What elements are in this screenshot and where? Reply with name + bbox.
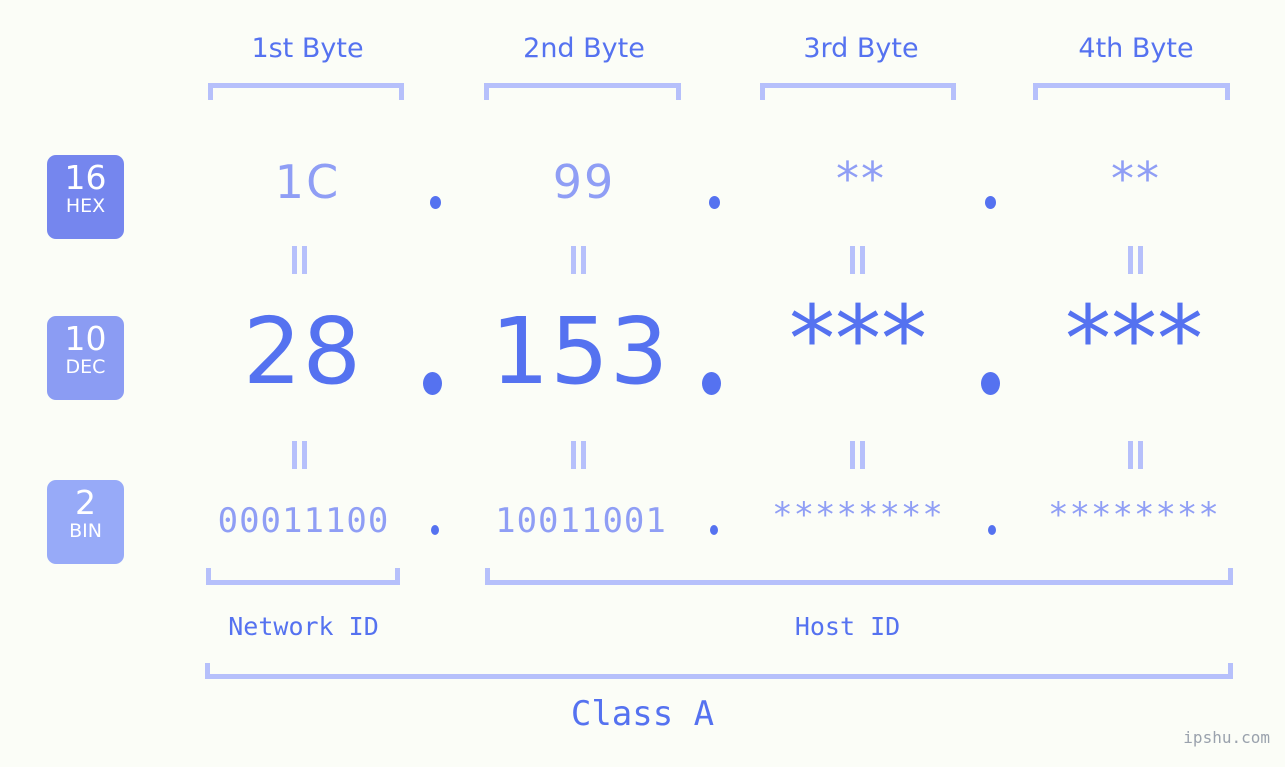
base-badge-bin: 2 BIN <box>47 480 124 564</box>
byte-bracket-top-3 <box>760 83 956 100</box>
site-watermark: ipshu.com <box>1183 728 1270 747</box>
class-label: Class A <box>570 694 715 734</box>
hex-separator-2 <box>709 196 720 209</box>
equals-mark-dec-bin-2 <box>571 441 587 469</box>
equals-mark-hex-dec-2 <box>571 246 587 274</box>
ip-breakdown-diagram: 1st Byte 2nd Byte 3rd Byte 4th Byte 16 H… <box>0 0 1285 767</box>
dec-byte-4: *** <box>1065 286 1203 393</box>
bin-byte-3: ******** <box>772 495 944 535</box>
byte-header-1: 1st Byte <box>251 33 364 64</box>
dec-byte-2: 153 <box>490 298 670 405</box>
byte-header-2: 2nd Byte <box>523 33 645 64</box>
base-badge-bin-abbr: BIN <box>69 520 102 542</box>
dec-separator-3 <box>981 372 1000 395</box>
equals-mark-dec-bin-3 <box>850 441 866 469</box>
base-badge-dec-number: 10 <box>64 319 107 358</box>
class-bracket <box>205 663 1233 679</box>
dec-byte-3: *** <box>789 286 927 393</box>
bin-separator-1 <box>431 525 439 535</box>
equals-mark-hex-dec-3 <box>850 246 866 274</box>
equals-mark-dec-bin-4 <box>1128 441 1144 469</box>
equals-mark-hex-dec-1 <box>292 246 308 274</box>
base-badge-hex-abbr: HEX <box>65 195 106 217</box>
byte-header-3: 3rd Byte <box>803 33 919 64</box>
hex-byte-1: 1C <box>274 155 341 209</box>
hex-byte-3: ** <box>836 152 886 206</box>
equals-mark-dec-bin-1 <box>292 441 308 469</box>
hex-separator-1 <box>430 196 441 209</box>
byte-header-4: 4th Byte <box>1078 33 1194 64</box>
network-id-label: Network ID <box>228 612 379 641</box>
bin-byte-4: ******** <box>1048 495 1220 535</box>
dec-separator-1 <box>423 372 442 395</box>
byte-bracket-top-4 <box>1033 83 1230 100</box>
base-badge-dec-abbr: DEC <box>65 356 106 378</box>
base-badge-dec: 10 DEC <box>47 316 124 400</box>
byte-bracket-top-1 <box>208 83 404 100</box>
hex-byte-4: ** <box>1111 152 1161 206</box>
bin-separator-3 <box>988 525 996 535</box>
hex-byte-2: 99 <box>552 155 616 209</box>
bin-byte-1: 00011100 <box>217 501 390 541</box>
bin-separator-2 <box>710 525 718 535</box>
hex-separator-3 <box>985 196 996 209</box>
host-id-bracket <box>485 568 1233 585</box>
base-badge-bin-number: 2 <box>75 483 96 522</box>
network-id-bracket <box>206 568 400 585</box>
base-badge-hex: 16 HEX <box>47 155 124 239</box>
byte-bracket-top-2 <box>484 83 681 100</box>
bin-byte-2: 10011001 <box>495 501 667 541</box>
host-id-label: Host ID <box>794 612 901 641</box>
dec-separator-2 <box>702 372 721 395</box>
dec-byte-1: 28 <box>242 298 363 405</box>
equals-mark-hex-dec-4 <box>1128 246 1144 274</box>
base-badge-hex-number: 16 <box>64 158 107 197</box>
